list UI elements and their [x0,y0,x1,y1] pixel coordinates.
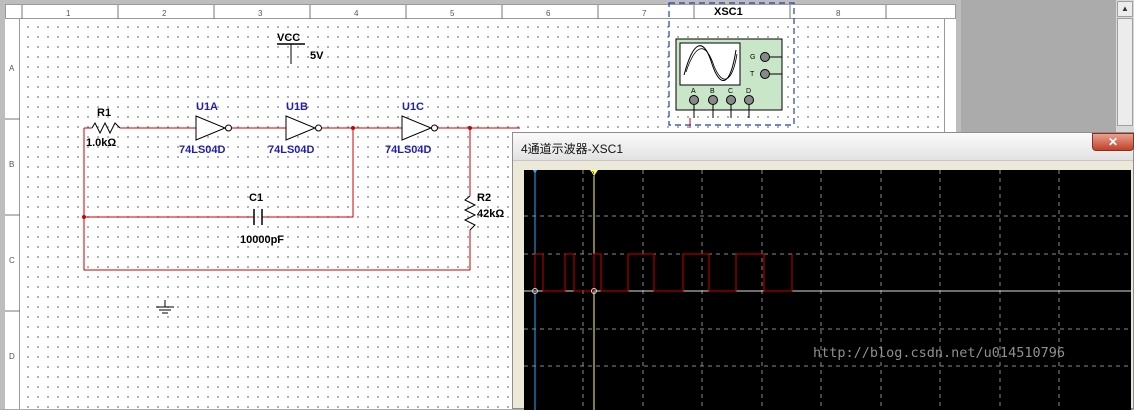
vcc-symbol[interactable]: VCC 5V [277,32,324,64]
watermark-text: http://blog.csdn.net/u014510796 [813,345,1065,361]
u1b-part: 74LS04D [268,144,315,156]
terminal-g-label: G [750,54,755,61]
u1a-ref: U1A [196,101,218,113]
c1-value: 10000pF [240,234,284,246]
terminal-d-label: D [746,88,751,95]
vcc-label: VCC [277,32,300,44]
ground-symbol[interactable] [156,300,174,314]
xsc1-ref: XSC1 [714,6,743,18]
c1-ref: C1 [249,192,263,204]
close-icon[interactable]: ✕ [1092,133,1134,151]
scope-trace [534,253,793,292]
scroll-thumb[interactable] [1117,18,1133,126]
vcc-voltage: 5V [310,50,324,62]
terminal-c-label: C [728,88,733,95]
scope-grid [524,170,1131,410]
terminal-b-label: B [710,88,715,95]
window-title: 4通道示波器-XSC1 [521,142,624,156]
oscilloscope-xsc1[interactable]: XSC1 G T A B C D [668,2,795,126]
terminal-a-label: A [691,88,696,95]
cursor-1-marker[interactable] [533,170,537,174]
r2-ref: R2 [477,192,491,204]
u1a-part: 74LS04D [179,144,226,156]
r1-value: 1.0kΩ [86,137,116,149]
r1-ref: R1 [97,107,111,119]
u1c-ref: U1C [402,101,424,113]
resistor-r2[interactable]: R2 42kΩ [463,192,504,231]
u1c-part: 74LS04D [385,144,432,156]
scope-screen[interactable]: 2 [524,170,1131,410]
capacitor-c1[interactable]: C1 10000pF [240,192,284,246]
scroll-up-arrow-icon[interactable]: ▲ [1117,1,1133,17]
oscilloscope-window[interactable]: 4通道示波器-XSC1 ✕ 2 http://blog.csdn.net/u01… [512,132,1134,410]
r2-value: 42kΩ [477,208,504,220]
terminal-t-label: T [750,71,755,78]
window-titlebar[interactable]: 4通道示波器-XSC1 ✕ [513,133,1134,161]
u1b-ref: U1B [286,101,308,113]
